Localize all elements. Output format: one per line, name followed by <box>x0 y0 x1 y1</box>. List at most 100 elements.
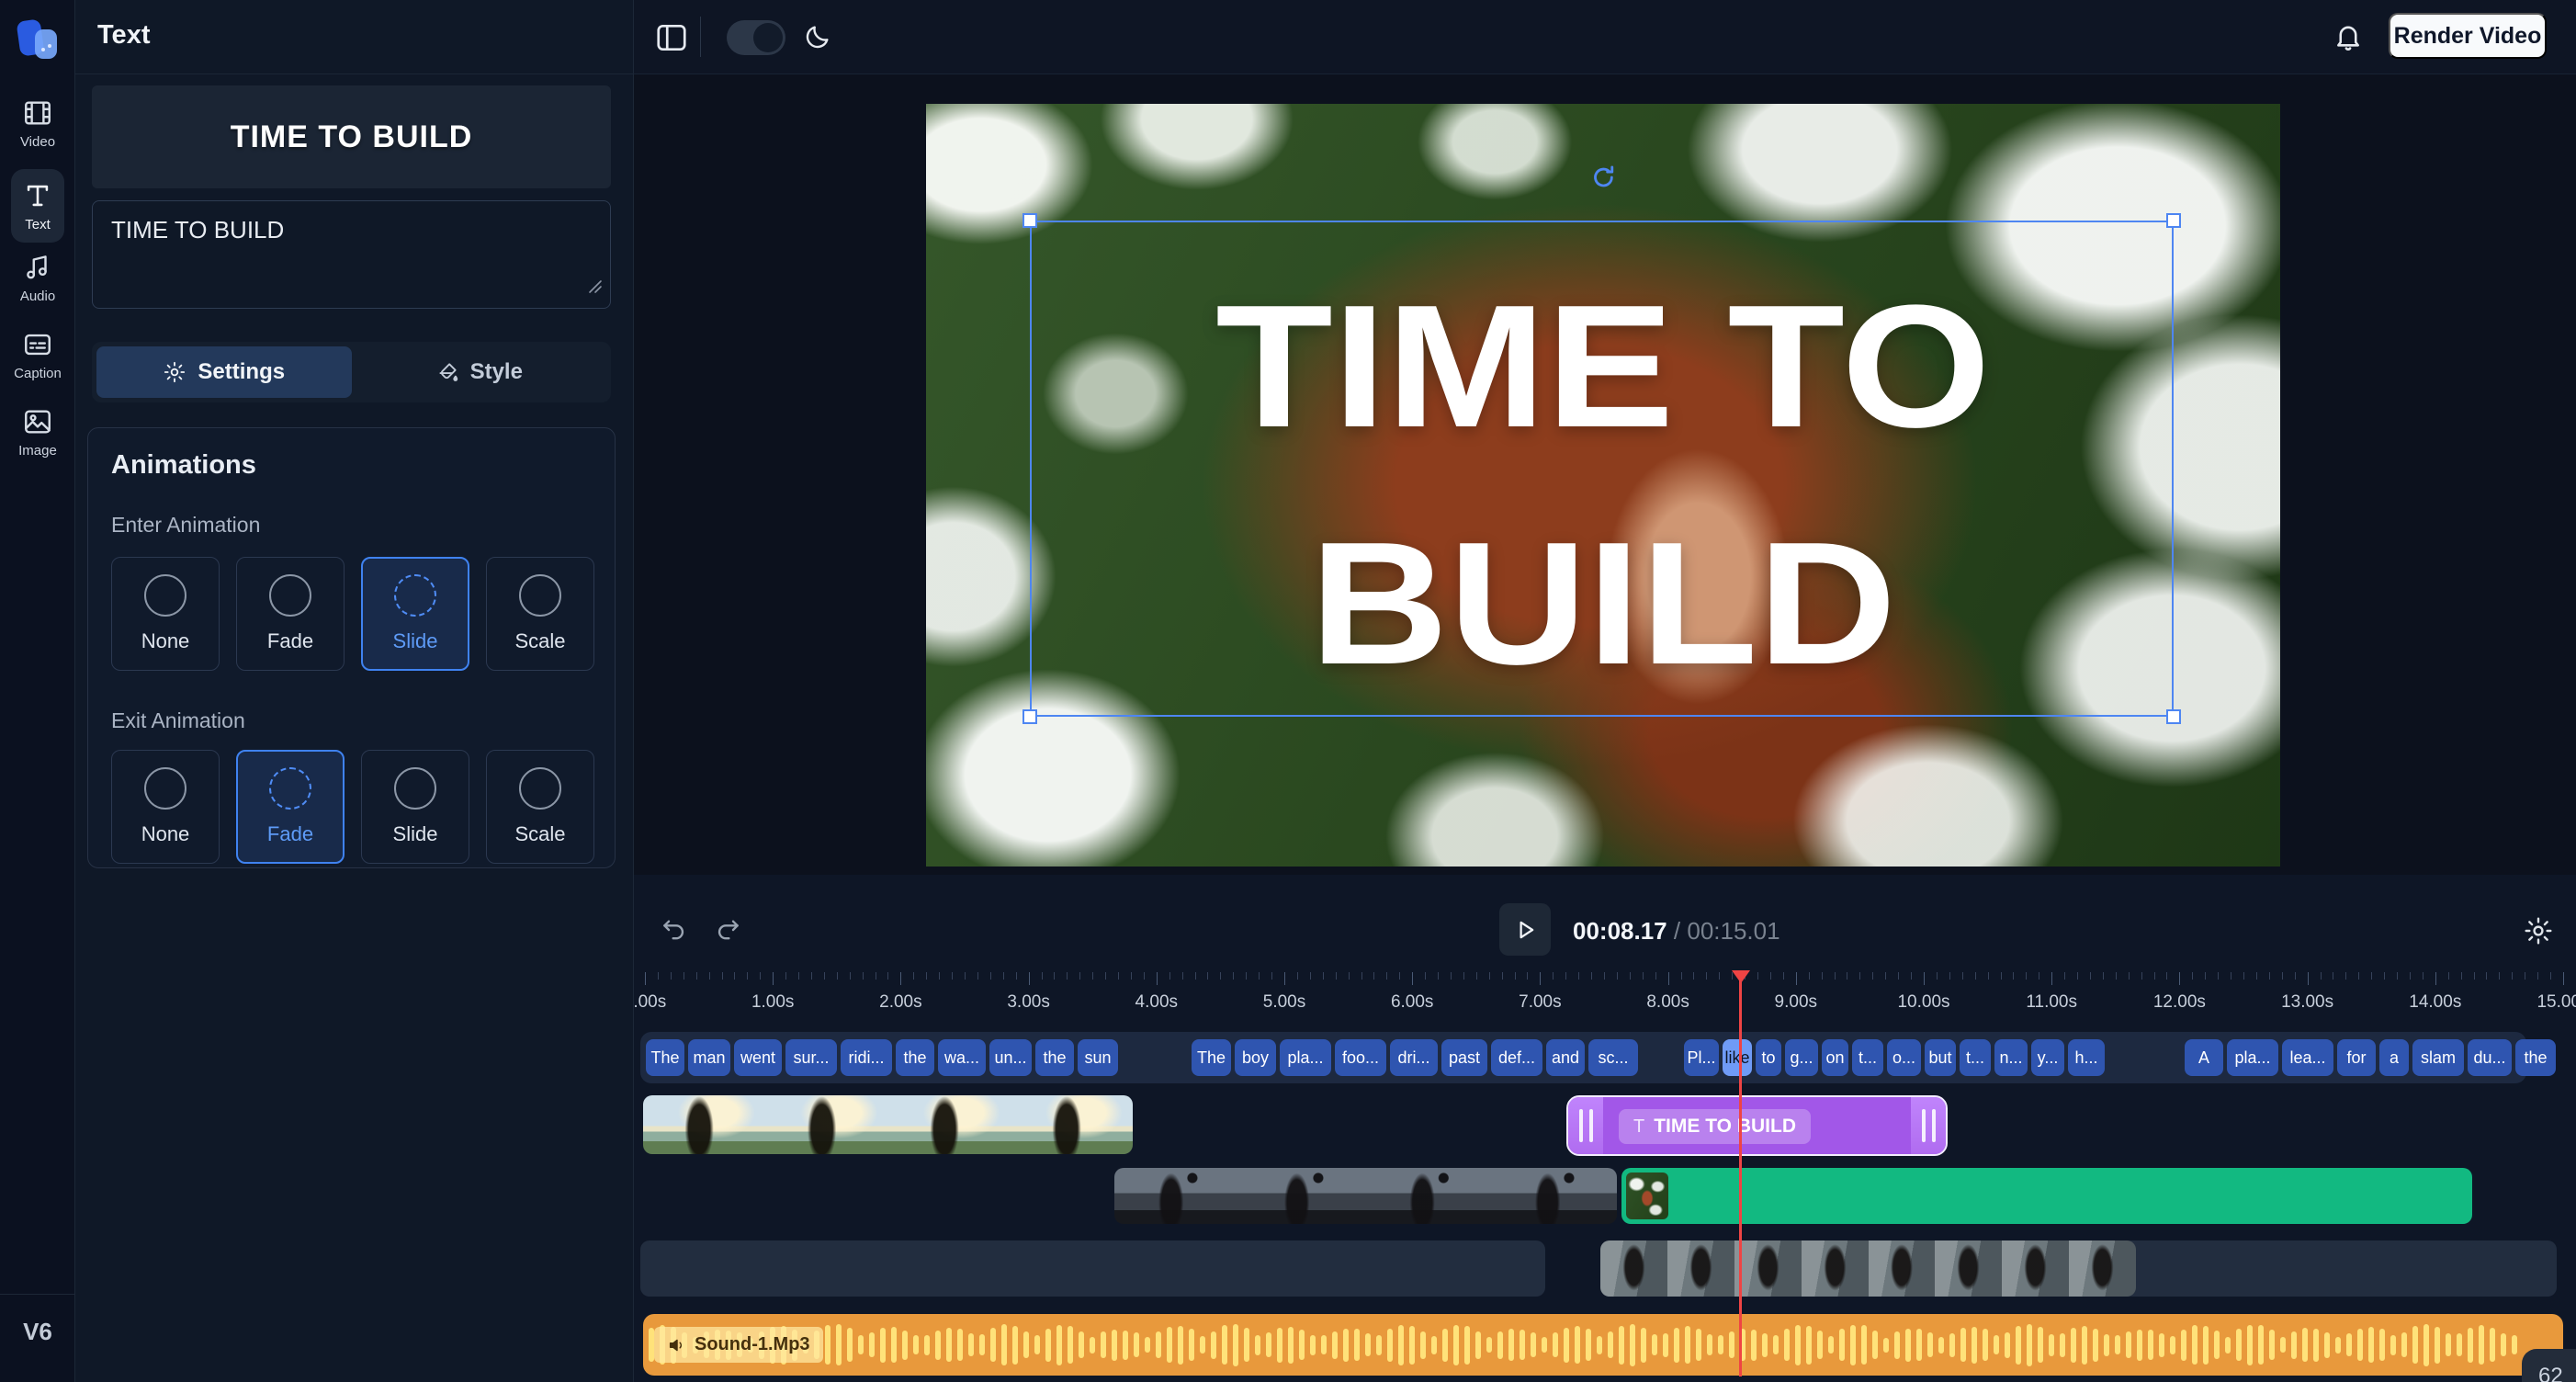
playhead-marker[interactable] <box>1732 970 1750 983</box>
timeline-settings-gear-icon[interactable] <box>2523 915 2554 951</box>
caption-word-chip[interactable]: du... <box>2468 1039 2512 1076</box>
caption-word-chip[interactable]: foo... <box>1335 1039 1386 1076</box>
rotate-handle-icon[interactable] <box>1587 164 1618 199</box>
tab-settings[interactable]: Settings <box>96 346 352 398</box>
text-clip-time-to-build[interactable]: T TIME TO BUILD <box>1566 1095 1948 1156</box>
selection-handle-bottom-left[interactable] <box>1022 709 1037 724</box>
caption-word-chip[interactable]: lea... <box>2282 1039 2333 1076</box>
waveform-bar <box>1431 1336 1437 1354</box>
app-logo-icon[interactable] <box>13 15 64 66</box>
audio-clip-sound1[interactable]: Sound-1.Mp3 <box>643 1314 2563 1376</box>
caption-word-chip[interactable]: pla... <box>1280 1039 1331 1076</box>
caption-word-chip[interactable]: g... <box>1785 1039 1818 1076</box>
caption-word-chip[interactable]: The <box>646 1039 684 1076</box>
theme-toggle[interactable] <box>727 20 785 55</box>
ruler-tick <box>850 972 851 980</box>
exit-option-scale[interactable]: Scale <box>486 750 594 864</box>
caption-word-chip[interactable]: o... <box>1887 1039 1921 1076</box>
caption-word-chip[interactable]: boy <box>1235 1039 1276 1076</box>
panel-toggle-icon[interactable] <box>654 20 689 60</box>
caption-word-chip[interactable]: went <box>734 1039 782 1076</box>
text-style-preview[interactable]: TIME TO BUILD <box>92 85 611 188</box>
enter-option-slide-selected[interactable]: Slide <box>361 557 469 671</box>
ruler-tick <box>2537 972 2538 980</box>
sidebar-item-caption[interactable]: Caption <box>0 329 75 381</box>
ruler-tick <box>1246 972 1247 980</box>
caption-word-group: Apla...lea...foraslamdu...the <box>2185 1039 2556 1076</box>
caption-word-chip[interactable]: the <box>1035 1039 1074 1076</box>
textarea-resize-handle[interactable] <box>586 272 603 300</box>
selection-box[interactable] <box>1030 221 2174 717</box>
caption-word-chip[interactable]: a <box>2379 1039 2409 1076</box>
waveform-bar <box>1299 1330 1305 1360</box>
selection-handle-bottom-right[interactable] <box>2166 709 2181 724</box>
caption-word-chip[interactable]: ridi... <box>841 1039 892 1076</box>
caption-word-chip[interactable]: sur... <box>785 1039 837 1076</box>
play-button[interactable] <box>1499 903 1551 956</box>
undo-icon[interactable] <box>660 915 689 949</box>
video-clip-flowers[interactable] <box>1621 1168 2472 1224</box>
waveform-bar <box>1101 1331 1106 1358</box>
caption-word-chip[interactable]: un... <box>989 1039 1032 1076</box>
waveform-bar <box>847 1328 853 1362</box>
ruler-tick <box>1502 972 1503 980</box>
caption-word-chip[interactable]: def... <box>1491 1039 1542 1076</box>
exit-option-fade-selected[interactable]: Fade <box>236 750 345 864</box>
enter-option-none[interactable]: None <box>111 557 220 671</box>
video-clip-surfer[interactable] <box>643 1095 1133 1154</box>
enter-option-fade[interactable]: Fade <box>236 557 345 671</box>
selection-handle-top-right[interactable] <box>2166 213 2181 228</box>
timeline-ruler[interactable]: 0.00s1.00s2.00s3.00s4.00s5.00s6.00s7.00s… <box>634 972 2576 1027</box>
option-circle-icon <box>519 767 561 810</box>
caption-word-chip[interactable]: t... <box>1852 1039 1883 1076</box>
caption-word-chip-active[interactable]: like <box>1723 1039 1752 1076</box>
caption-word-chip[interactable]: Pl... <box>1684 1039 1719 1076</box>
caption-word-chip[interactable]: wa... <box>938 1039 986 1076</box>
caption-word-chip[interactable]: to <box>1756 1039 1781 1076</box>
caption-word-chip[interactable]: sun <box>1078 1039 1118 1076</box>
selection-handle-top-left[interactable] <box>1022 213 1037 228</box>
redo-icon[interactable] <box>713 915 742 949</box>
sidebar-item-audio[interactable]: Audio <box>0 252 75 304</box>
ruler-tick <box>1259 972 1260 980</box>
caption-word-chip[interactable]: The <box>1192 1039 1231 1076</box>
caption-word-chip[interactable]: pla... <box>2227 1039 2278 1076</box>
caption-word-chip[interactable]: dri... <box>1390 1039 1438 1076</box>
exit-option-none[interactable]: None <box>111 750 220 864</box>
caption-word-chip[interactable]: for <box>2337 1039 2376 1076</box>
ruler-tick <box>2256 972 2257 980</box>
sidebar-item-video[interactable]: Video <box>0 97 75 150</box>
caption-word-chip[interactable]: n... <box>1994 1039 2028 1076</box>
waveform-bar <box>1023 1331 1029 1358</box>
moon-icon[interactable] <box>801 22 832 58</box>
sidebar-item-image[interactable]: Image <box>0 406 75 459</box>
tab-style[interactable]: Style <box>352 346 607 398</box>
caption-word-chip[interactable]: man <box>688 1039 730 1076</box>
caption-word-chip[interactable]: A <box>2185 1039 2223 1076</box>
video-clip-cycling[interactable] <box>1600 1240 2136 1297</box>
enter-option-scale[interactable]: Scale <box>486 557 594 671</box>
exit-option-slide[interactable]: Slide <box>361 750 469 864</box>
text-clip-left-trim-handle[interactable] <box>1568 1097 1603 1154</box>
animations-title: Animations <box>111 450 256 481</box>
render-video-button[interactable]: Render Video <box>2389 13 2547 59</box>
caption-word-chip[interactable]: h... <box>2068 1039 2105 1076</box>
caption-word-chip[interactable]: y... <box>2031 1039 2064 1076</box>
bell-icon[interactable] <box>2332 20 2365 58</box>
caption-word-chip[interactable]: on <box>1822 1039 1848 1076</box>
caption-word-chip[interactable]: slam <box>2412 1039 2464 1076</box>
caption-word-chip[interactable]: sc... <box>1588 1039 1638 1076</box>
caption-word-chip[interactable]: the <box>2515 1039 2556 1076</box>
ruler-tick <box>2129 972 2130 980</box>
caption-word-chip[interactable]: but <box>1925 1039 1956 1076</box>
text-clip-right-trim-handle[interactable] <box>1911 1097 1946 1154</box>
caption-word-chip[interactable]: and <box>1546 1039 1585 1076</box>
video-clip-soccer[interactable] <box>1114 1168 1617 1224</box>
caption-word-chip[interactable]: the <box>896 1039 934 1076</box>
playhead-line[interactable] <box>1739 972 1742 1376</box>
sidebar-item-text[interactable]: Text <box>0 180 75 232</box>
text-content-input[interactable]: TIME TO BUILD <box>92 200 611 309</box>
caption-word-chip[interactable]: past <box>1441 1039 1487 1076</box>
waveform-bar <box>1872 1331 1878 1359</box>
caption-word-chip[interactable]: t... <box>1960 1039 1991 1076</box>
